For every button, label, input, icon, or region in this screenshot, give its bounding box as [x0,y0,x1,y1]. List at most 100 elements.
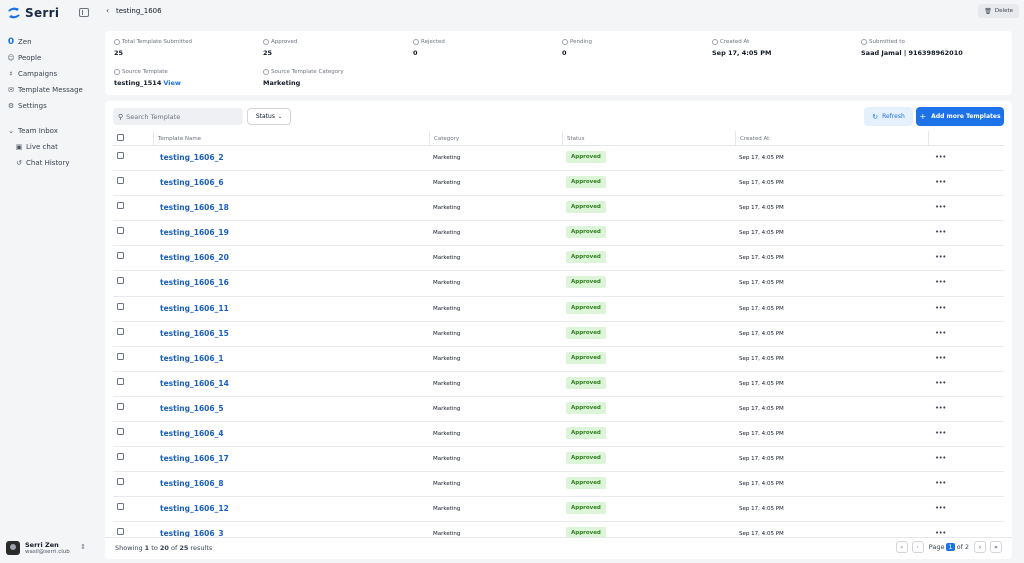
table-row[interactable]: testing_1606_16 Marketing Approved Sep 17, … [113,271,1004,297]
table-row[interactable]: testing_1606_19 Marketing Approved Sep 17, … [113,221,1004,247]
sidebar-item-team-inbox[interactable]: ⌄ Team Inbox [6,123,92,139]
template-name-link[interactable]: testing_1606_1 [160,354,224,363]
status-badge: Approved [566,151,606,163]
row-checkbox[interactable] [117,528,124,536]
template-name-link[interactable]: testing_1606_5 [160,404,224,413]
more-horizontal-icon[interactable]: ••• [935,354,946,362]
row-checkbox[interactable] [117,177,124,185]
page-title: testing_1606 [116,7,162,15]
summary-rejected-label: Rejected [421,39,445,45]
back-arrow-icon[interactable]: ‹ [106,6,109,15]
row-checkbox[interactable] [117,352,124,360]
user-menu[interactable]: Serri Zen wasil@serri.club ⇕ [6,538,90,558]
more-horizontal-icon[interactable]: ••• [935,304,946,312]
header-created-at[interactable]: Created At [735,131,928,146]
chevron-down-icon: ⌄ [277,113,283,120]
history-icon: ↺ [16,159,22,167]
header-status[interactable]: Status [562,131,735,146]
template-name-link[interactable]: testing_1606_20 [160,253,229,262]
row-checkbox[interactable] [117,428,124,436]
sidebar-item-chat-history[interactable]: ↺ Chat History [6,155,92,171]
more-horizontal-icon[interactable]: ••• [935,404,946,412]
first-page-button[interactable]: « [895,541,908,553]
more-horizontal-icon[interactable]: ••• [935,454,946,462]
sidebar-item-live-chat[interactable]: ▣ Live chat [6,139,92,155]
more-horizontal-icon[interactable]: ••• [935,379,946,387]
row-checkbox[interactable] [117,478,124,486]
sidebar-item-settings[interactable]: ⚙ Settings [6,98,92,114]
next-page-button[interactable]: › [974,541,986,553]
template-name-link[interactable]: testing_1606_19 [160,228,229,237]
row-checkbox[interactable] [117,327,124,335]
sidebar-item-template-message[interactable]: ✉ Template Message [6,82,92,98]
row-checkbox[interactable] [117,152,124,159]
refresh-button[interactable]: ↻ Refresh [864,107,913,126]
table-row[interactable]: testing_1606_8 Marketing Approved Sep 17, 4… [113,472,1004,498]
sidebar-item-zen[interactable]: 0 Zen [6,34,92,50]
summary-category-value: Marketing [263,79,301,87]
table-row[interactable]: testing_1606_5 Marketing Approved Sep 17, 4… [113,397,1004,423]
status-filter-dropdown[interactable]: Status ⌄ [247,108,291,125]
table-row[interactable]: testing_1606_11 Marketing Approved Sep 17, … [113,297,1004,322]
brand-logo[interactable]: Serri [6,5,90,21]
sidebar-collapse-icon[interactable] [79,8,89,17]
sidebar-item-campaigns[interactable]: ♯ Campaigns [6,66,92,82]
template-name-link[interactable]: testing_1606_11 [160,304,229,313]
more-horizontal-icon[interactable]: ••• [935,429,946,437]
summary-approved-label: Approved [271,39,298,45]
current-page[interactable]: 1 [946,543,955,551]
view-source-link[interactable]: View [163,79,181,87]
prev-page-button[interactable]: ‹ [911,541,924,553]
sidebar-item-people[interactable]: ☺ People [6,50,92,66]
template-name-link[interactable]: testing_1606_6 [160,178,224,187]
table-row[interactable]: testing_1606_18 Marketing Approved Sep 17, … [113,196,1004,222]
row-checkbox[interactable] [117,227,124,235]
row-checkbox[interactable] [117,377,124,385]
template-name-link[interactable]: testing_1606_18 [160,203,229,212]
table-row[interactable]: testing_1606_6 Marketing Approved Sep 17, 4… [113,171,1004,197]
search-input[interactable] [126,112,227,121]
add-templates-button[interactable]: + Add more Templates [916,107,1004,126]
template-name-link[interactable]: testing_1606_14 [160,379,229,388]
template-name-link[interactable]: testing_1606_8 [160,479,224,488]
more-horizontal-icon[interactable]: ••• [935,178,946,186]
template-name-link[interactable]: testing_1606_16 [160,278,229,287]
table-body: testing_1606_2 Marketing Approved Sep 17, 4… [113,146,1004,548]
row-checkbox[interactable] [117,302,124,310]
row-checkbox[interactable] [117,503,124,511]
template-name-link[interactable]: testing_1606_4 [160,429,224,438]
more-horizontal-icon[interactable]: ••• [935,329,946,337]
more-horizontal-icon[interactable]: ••• [935,253,946,261]
table-row[interactable]: testing_1606_2 Marketing Approved Sep 17, 4… [113,146,1004,172]
more-horizontal-icon[interactable]: ••• [935,203,946,211]
more-horizontal-icon[interactable]: ••• [935,153,946,161]
more-horizontal-icon[interactable]: ••• [935,504,946,512]
table-row[interactable]: testing_1606_15 Marketing Approved Sep 17, … [113,322,1004,347]
more-horizontal-icon[interactable]: ••• [935,228,946,236]
more-horizontal-icon[interactable]: ••• [935,479,946,487]
row-checkbox[interactable] [117,252,124,260]
template-name-link[interactable]: testing_1606_15 [160,329,229,338]
row-checkbox[interactable] [117,277,124,285]
delete-button[interactable]: 🗑︎ Delete [978,4,1019,18]
template-name-link[interactable]: testing_1606_17 [160,454,229,463]
more-horizontal-icon[interactable]: ••• [935,278,946,286]
table-row[interactable]: testing_1606_1 Marketing Approved Sep 17, 4… [113,347,1004,372]
header-template-name[interactable]: Template Name [153,131,429,146]
row-checkbox[interactable] [117,453,124,461]
table-row[interactable]: testing_1606_20 Marketing Approved Sep 17, … [113,246,1004,272]
header-category[interactable]: Category [429,131,562,146]
row-checkbox[interactable] [117,202,124,210]
select-all-checkbox[interactable] [117,134,124,141]
last-page-button[interactable]: » [990,541,1002,553]
category-cell: Marketing [433,280,461,287]
table-row[interactable]: testing_1606_12 Marketing Approved Sep 17, … [113,497,1004,523]
template-name-link[interactable]: testing_1606_12 [160,504,229,513]
template-name-link[interactable]: testing_1606_2 [160,153,224,162]
table-row[interactable]: testing_1606_17 Marketing Approved Sep 17, … [113,447,1004,473]
table-row[interactable]: testing_1606_14 Marketing Approved Sep 17, … [113,372,1004,397]
row-checkbox[interactable] [117,402,124,410]
search-box[interactable]: ⚲ [113,108,243,125]
delete-button-label: Delete [994,8,1013,14]
table-row[interactable]: testing_1606_4 Marketing Approved Sep 17, 4… [113,422,1004,448]
